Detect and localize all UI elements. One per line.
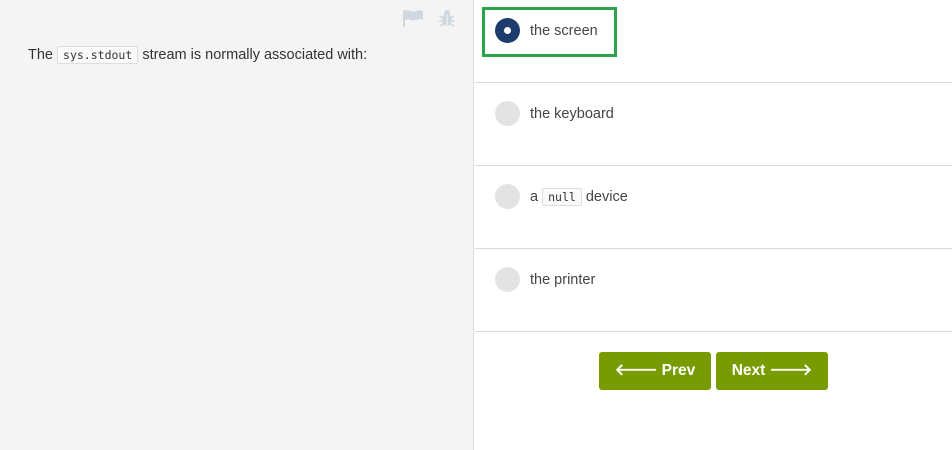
question-tools — [401, 8, 459, 28]
bug-icon[interactable] — [435, 8, 459, 28]
question-text: The sys.stdout stream is normally associ… — [28, 44, 448, 66]
option-label: the keyboard — [530, 106, 614, 122]
answer-options: the screen the keyboard a null device th… — [475, 0, 952, 450]
option-the-keyboard[interactable]: the keyboard — [475, 83, 952, 166]
prev-button[interactable]: 🡐 Prev — [599, 352, 711, 390]
arrow-right-icon: 🡒 — [769, 362, 813, 379]
flag-icon[interactable] — [401, 8, 425, 28]
prev-label: Prev — [661, 362, 696, 379]
next-button[interactable]: Next 🡒 — [716, 352, 828, 390]
arrow-left-icon: 🡐 — [614, 362, 658, 379]
question-code: sys.stdout — [57, 46, 139, 64]
radio-unselected[interactable] — [495, 267, 520, 292]
option-the-printer[interactable]: the printer — [475, 249, 952, 332]
question-text-after: stream is normally associated with: — [142, 47, 368, 63]
navigation: 🡐 Prev Next 🡒 — [599, 352, 828, 390]
option-label: the screen — [530, 23, 598, 39]
option-label: a null device — [530, 186, 628, 208]
option-code: null — [542, 188, 582, 206]
option-null-device[interactable]: a null device — [475, 166, 952, 249]
option-label-before: a — [530, 189, 539, 205]
question-text-before: The — [28, 47, 53, 63]
radio-selected[interactable] — [495, 18, 520, 43]
radio-unselected[interactable] — [495, 184, 520, 209]
option-label: the printer — [530, 272, 596, 288]
quiz-page: The sys.stdout stream is normally associ… — [0, 0, 952, 450]
radio-unselected[interactable] — [495, 101, 520, 126]
option-the-screen[interactable]: the screen — [475, 0, 952, 83]
next-label: Next — [731, 362, 766, 379]
option-label-after: device — [585, 189, 628, 205]
question-panel: The sys.stdout stream is normally associ… — [0, 0, 474, 450]
